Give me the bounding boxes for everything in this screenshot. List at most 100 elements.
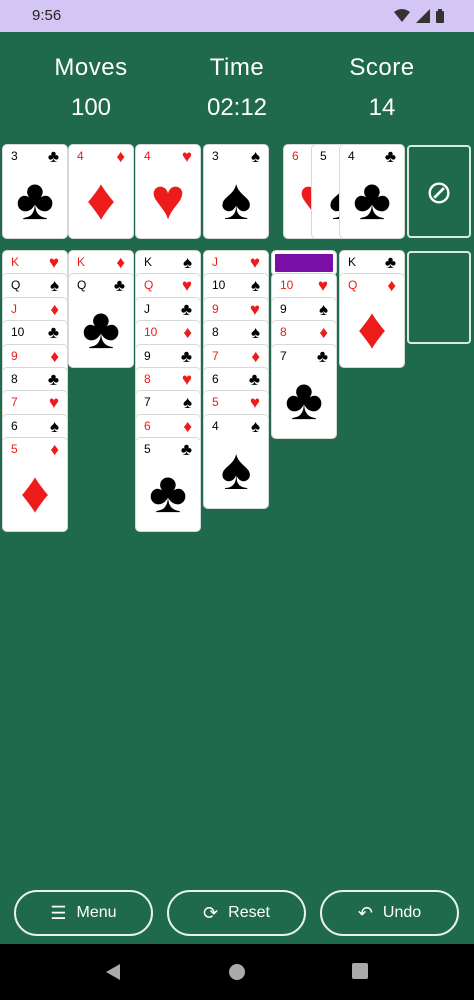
playing-card[interactable]: 4 ♦ ♦	[69, 145, 133, 238]
card-rank: 4	[77, 149, 84, 163]
card-rank: 8	[280, 325, 287, 340]
card-suit-icon: ♦	[387, 276, 396, 296]
card-rank: 8	[11, 372, 18, 386]
card-rank: 9	[280, 301, 287, 316]
card-suit-icon: ♣	[316, 346, 328, 366]
card-suit-icon: ♣	[180, 299, 192, 319]
playing-card[interactable]: 4 ♠ ♠	[204, 414, 268, 508]
status-bar: 9:56	[0, 0, 474, 32]
card-rank: 4	[212, 418, 219, 433]
playing-card[interactable]: Q ♦ ♦	[340, 274, 404, 368]
card-suit-icon: ♥	[249, 393, 260, 413]
card-suit-icon: ♠	[250, 276, 260, 296]
card-rank: 6	[212, 372, 219, 386]
empty-tableau-slot[interactable]	[407, 251, 471, 344]
navigation-bar	[0, 944, 474, 1000]
card-suit-icon: ♥	[181, 370, 192, 389]
menu-button[interactable]: ☰ Menu	[14, 890, 153, 936]
card-suit-icon: ♠	[318, 299, 328, 319]
wifi-icon	[394, 9, 410, 22]
undo-button[interactable]: ↶ Undo	[320, 890, 459, 936]
card-rank: 9	[11, 348, 18, 363]
card-suit-icon: ♦	[251, 346, 260, 366]
card-center-suit-icon: ♦	[20, 460, 50, 526]
recents-icon[interactable]	[352, 963, 368, 979]
card-rank: K	[348, 255, 357, 269]
playing-card[interactable]: 3 ♠ ♠	[204, 145, 268, 238]
moves-label: Moves	[54, 54, 128, 81]
card-suit-icon: ♠	[182, 393, 192, 413]
score-value: 14	[368, 94, 396, 121]
playing-card[interactable]: Q ♣ ♣	[69, 274, 133, 368]
card-rank: 3	[11, 149, 18, 163]
card-rank: 7	[11, 395, 18, 410]
card-suit-icon: ♠	[182, 253, 192, 272]
card-rank: 6	[292, 149, 299, 163]
playing-card[interactable]: 4 ♣ ♣	[340, 145, 404, 238]
reset-label: Reset	[228, 904, 270, 921]
status-icons	[394, 9, 444, 23]
card-suit-icon: ♣	[113, 276, 125, 296]
card-suit-icon: ♣	[47, 370, 59, 389]
time-value: 02:12	[206, 94, 268, 121]
undo-icon: ↶	[357, 902, 373, 923]
card-rank: K	[144, 255, 153, 269]
score-stat: Score 14	[317, 54, 447, 122]
card-suit-icon: ♣	[384, 147, 396, 166]
card-rank: 4	[144, 149, 151, 163]
card-rank: 10	[11, 325, 25, 340]
card-suit-icon: ♦	[116, 147, 125, 166]
card-rank: 10	[280, 278, 294, 293]
card-suit-icon: ♠	[49, 416, 59, 436]
playing-card[interactable]: 4 ♥ ♥	[136, 145, 200, 238]
card-rank: 6	[11, 418, 18, 433]
card-rank: Q	[144, 278, 154, 293]
card-suit-icon: ♣	[47, 323, 59, 343]
card-suit-icon: ♥	[48, 393, 59, 413]
card-rank: 10	[212, 278, 226, 293]
card-rank: Q	[11, 278, 21, 293]
card-suit-icon: ♣	[47, 147, 59, 166]
status-time: 9:56	[32, 7, 62, 24]
moves-value: 100	[70, 94, 112, 121]
card-rank: 7	[144, 395, 151, 410]
card-suit-icon: ♦	[50, 440, 59, 460]
playing-card[interactable]: 5 ♣ ♣	[136, 438, 200, 532]
card-suit-icon: ♦	[50, 346, 59, 366]
score-label: Score	[349, 54, 415, 81]
card-center-suit-icon: ♦	[86, 167, 116, 232]
card-rank: 7	[212, 348, 219, 363]
moves-stat: Moves 100	[26, 54, 156, 122]
card-rank: 7	[280, 348, 287, 363]
card-suit-icon: ♦	[116, 253, 125, 272]
card-suit-icon: ♠	[250, 416, 260, 436]
playing-card[interactable]: 3 ♣ ♣	[3, 145, 67, 238]
card-rank: 3	[212, 149, 219, 163]
home-icon[interactable]	[228, 963, 246, 981]
playing-card[interactable]: 5 ♦ ♦	[3, 438, 67, 532]
back-icon[interactable]	[104, 963, 122, 981]
card-rank: 9	[144, 348, 151, 363]
card-rank: 5	[212, 395, 219, 410]
card-rank: J	[212, 255, 218, 269]
game-board: Moves 100 Time 02:12 Score 14 3 ♣ ♣ 4 ♦ ♦ 4 ♥ ♥ 3…	[0, 32, 474, 944]
undo-label: Undo	[382, 904, 422, 921]
card-suit-icon: ♣	[180, 346, 192, 366]
menu-label: Menu	[76, 904, 117, 921]
reset-button[interactable]: ⟳ Reset	[167, 890, 306, 936]
stock-pile[interactable]: ⊘	[407, 145, 471, 238]
signal-icon	[416, 9, 430, 23]
card-suit-icon: ♦	[183, 323, 192, 343]
time-stat: Time 02:12	[172, 54, 302, 122]
card-rank: K	[77, 255, 86, 269]
card-rank: 4	[348, 149, 355, 163]
card-rank: Q	[77, 278, 87, 293]
card-suit-icon: ♥	[48, 253, 59, 272]
card-suit-icon: ♣	[248, 370, 260, 389]
playing-card[interactable]: 7 ♣ ♣	[272, 344, 336, 438]
card-center-suit-icon: ♦	[357, 296, 387, 362]
card-rank: 5	[320, 149, 327, 163]
card-rank: Q	[348, 278, 358, 293]
face-down-card	[272, 251, 336, 275]
card-rank: 9	[212, 301, 219, 316]
